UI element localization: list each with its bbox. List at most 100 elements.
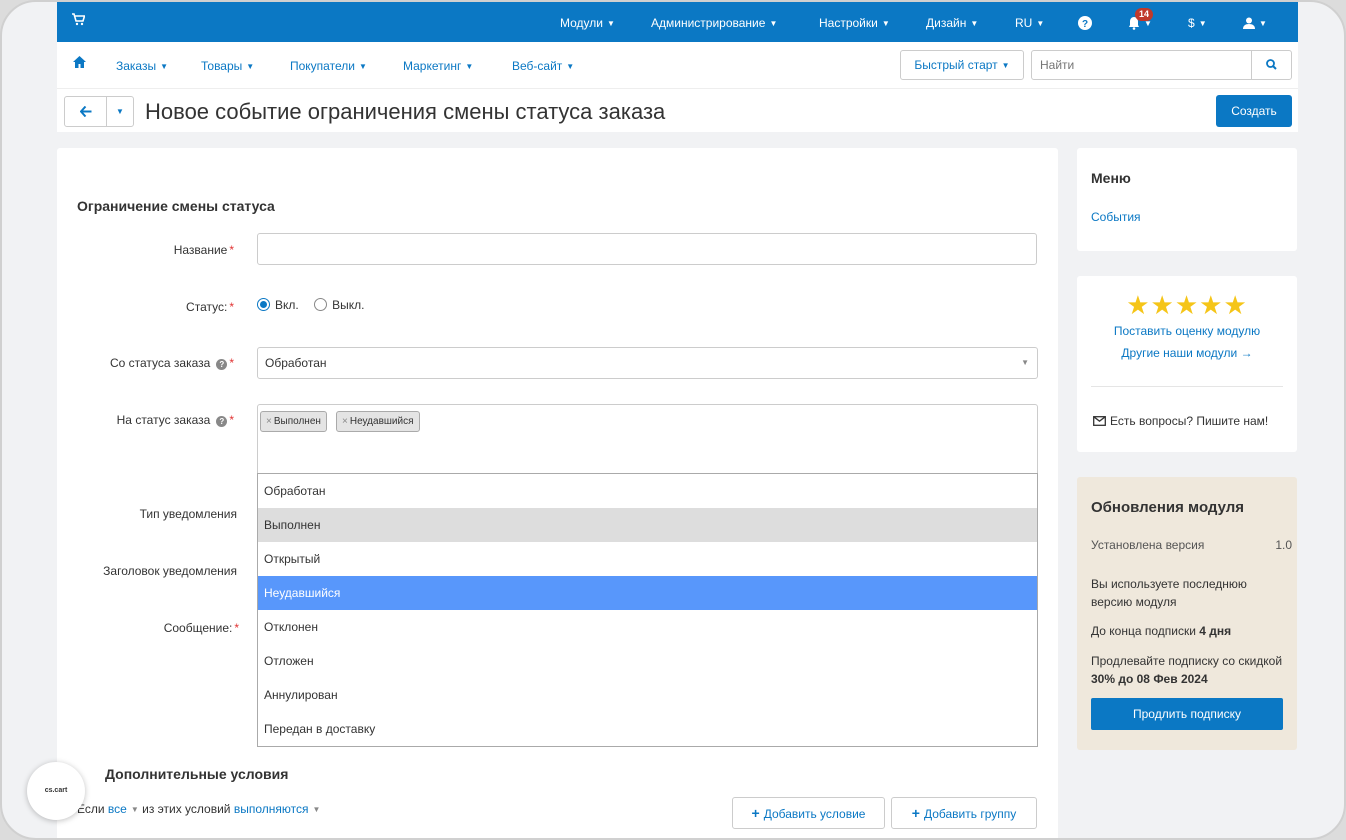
contact-us-label: Есть вопросы? Пишите нам! [1110, 414, 1269, 428]
chevron-down-icon: ▼ [606, 19, 615, 28]
back-button[interactable] [65, 97, 107, 126]
subscription-days: 4 дня [1199, 624, 1232, 638]
notification-header-label: Заголовок уведомления [103, 564, 237, 578]
home-icon[interactable] [73, 56, 86, 71]
condition-all-dropdown[interactable]: все ▼ [108, 802, 139, 816]
nav-products[interactable]: Товары ▼ [201, 59, 254, 73]
dropdown-option[interactable]: Отложен [258, 644, 1037, 678]
dropdown-option[interactable]: Аннулирован [258, 678, 1037, 712]
sidebar-item-events[interactable]: События [1091, 210, 1141, 224]
chevron-down-icon: ▼ [1001, 61, 1010, 70]
nav-customers-label: Покупатели [290, 59, 355, 73]
create-button[interactable]: Создать [1216, 95, 1292, 127]
nav-marketing-label: Маркетинг [403, 59, 462, 73]
to-status-label: На статус заказа? * [69, 413, 234, 427]
divider [1091, 386, 1283, 387]
dropdown-option[interactable]: Открытый [258, 542, 1037, 576]
name-input[interactable] [257, 233, 1037, 265]
chevron-down-icon: ▼ [465, 62, 474, 71]
arrow-left-icon [79, 105, 91, 118]
top-navbar: Модули ▼ Администрирование ▼ Настройки ▼ Ди… [57, 2, 1298, 42]
nav-orders-label: Заказы [116, 59, 157, 73]
menu-settings[interactable]: Настройки ▼ [819, 2, 890, 42]
help-icon[interactable]: ? [1078, 2, 1092, 42]
chevron-down-icon: ▼ [769, 19, 778, 28]
menu-currency[interactable]: $ ▼ [1188, 2, 1207, 42]
from-status-value: Обработан [265, 356, 327, 370]
status-on-radio[interactable]: Вкл. [257, 298, 299, 312]
to-status-multiselect[interactable]: × Выполнен × Неудавшийся [257, 404, 1038, 474]
required-mark: * [229, 356, 234, 370]
additional-conditions-title: Дополнительные условия [105, 766, 289, 782]
search-input[interactable] [1032, 51, 1252, 79]
status-dropdown-list: Обработан Выполнен Открытый Неудавшийся … [257, 473, 1038, 747]
search-button[interactable] [1251, 51, 1291, 79]
remove-tag-icon[interactable]: × [266, 416, 272, 427]
quick-start-button[interactable]: Быстрый старт ▼ [900, 50, 1024, 80]
chevron-down-icon: ▼ [1198, 19, 1207, 28]
secondary-navbar: Заказы ▼ Товары ▼ Покупатели ▼ Маркетинг ▼ В… [57, 42, 1298, 88]
menu-administration[interactable]: Администрирование ▼ [651, 2, 777, 42]
menu-language-label: RU [1015, 16, 1033, 30]
cscart-logo-badge[interactable]: cs.cart [27, 762, 85, 820]
menu-language[interactable]: RU ▼ [1015, 2, 1044, 42]
dropdown-option[interactable]: Выполнен [258, 508, 1037, 542]
cart-icon[interactable] [71, 13, 86, 29]
dropdown-option[interactable]: Передан в доставку [258, 712, 1037, 746]
status-radio-group: Вкл. Выкл. [257, 298, 364, 312]
menu-modules[interactable]: Модули ▼ [560, 2, 615, 42]
help-circle-icon[interactable]: ? [216, 416, 228, 427]
nav-website-label: Веб-сайт [512, 59, 563, 73]
menu-currency-label: $ [1188, 16, 1195, 30]
back-dropdown-toggle[interactable]: ▼ [107, 97, 133, 126]
status-tag-label: Неудавшийся [349, 416, 414, 427]
other-modules-link[interactable]: Другие наши модули → [1077, 346, 1297, 360]
renew-subscription-button[interactable]: Продлить подписку [1091, 698, 1283, 730]
status-tag-label: Выполнен [273, 416, 321, 427]
chevron-down-icon: ▼ [312, 805, 321, 814]
latest-version-text: Вы используете последнюю версию модуля [1091, 577, 1247, 609]
add-group-button[interactable]: + Добавить группу [891, 797, 1037, 829]
search-icon [1266, 59, 1277, 70]
status-off-radio[interactable]: Выкл. [314, 298, 364, 312]
section-title: Ограничение смены статуса [77, 198, 275, 214]
nav-website[interactable]: Веб-сайт ▼ [512, 59, 574, 73]
quick-start-label: Быстрый старт [914, 58, 998, 72]
updates-title: Обновления модуля [1091, 499, 1245, 516]
module-updates-card: Обновления модуля Установлена версия 1.0… [1077, 477, 1297, 750]
required-mark: * [229, 413, 234, 427]
chevron-down-icon: ▼ [970, 19, 979, 28]
app-window: Модули ▼ Администрирование ▼ Настройки ▼ Ди… [0, 0, 1346, 840]
from-status-select[interactable]: Обработан ▼ [257, 347, 1038, 379]
rate-module-link[interactable]: Поставить оценку модулю [1077, 324, 1297, 338]
dropdown-option[interactable]: Отклонен [258, 610, 1037, 644]
page-title: Новое событие ограничения смены статуса … [145, 99, 666, 124]
dropdown-option[interactable]: Обработан [258, 474, 1037, 508]
message-label: Сообщение: * [74, 621, 239, 635]
renew-offer-prefix: Продлевайте подписку со скидкой [1091, 654, 1283, 668]
help-circle-icon[interactable]: ? [216, 359, 228, 370]
chevron-down-icon: ▼ [566, 62, 575, 71]
remove-tag-icon[interactable]: × [342, 416, 348, 427]
cscart-logo-text: cs.cart [44, 787, 68, 794]
required-mark: * [229, 300, 234, 314]
chevron-down-icon: ▼ [116, 107, 124, 116]
rating-stars-icon[interactable]: ★★★★★ [1077, 290, 1297, 321]
name-label: Название * [69, 243, 234, 257]
nav-marketing[interactable]: Маркетинг ▼ [403, 59, 473, 73]
condition-sentence: Если все ▼ из этих условий выполняются ▼ [77, 802, 320, 816]
condition-fulfilled-dropdown[interactable]: выполняются ▼ [234, 802, 321, 816]
menu-design[interactable]: Дизайн ▼ [926, 2, 978, 42]
dropdown-option[interactable]: Неудавшийся [258, 576, 1037, 610]
chevron-down-icon: ▼ [358, 62, 367, 71]
search-box [1031, 50, 1292, 80]
user-menu[interactable]: ▼ [1243, 2, 1267, 42]
chevron-down-icon: ▼ [1021, 358, 1029, 367]
contact-us-link[interactable]: Есть вопросы? Пишите нам! [1093, 414, 1268, 428]
nav-customers[interactable]: Покупатели ▼ [290, 59, 367, 73]
back-button-group: ▼ [64, 96, 134, 127]
add-condition-button[interactable]: + Добавить условие [732, 797, 885, 829]
nav-orders[interactable]: Заказы ▼ [116, 59, 168, 73]
from-status-label-text: Со статуса заказа [109, 356, 211, 370]
radio-unchecked-icon [314, 298, 328, 311]
